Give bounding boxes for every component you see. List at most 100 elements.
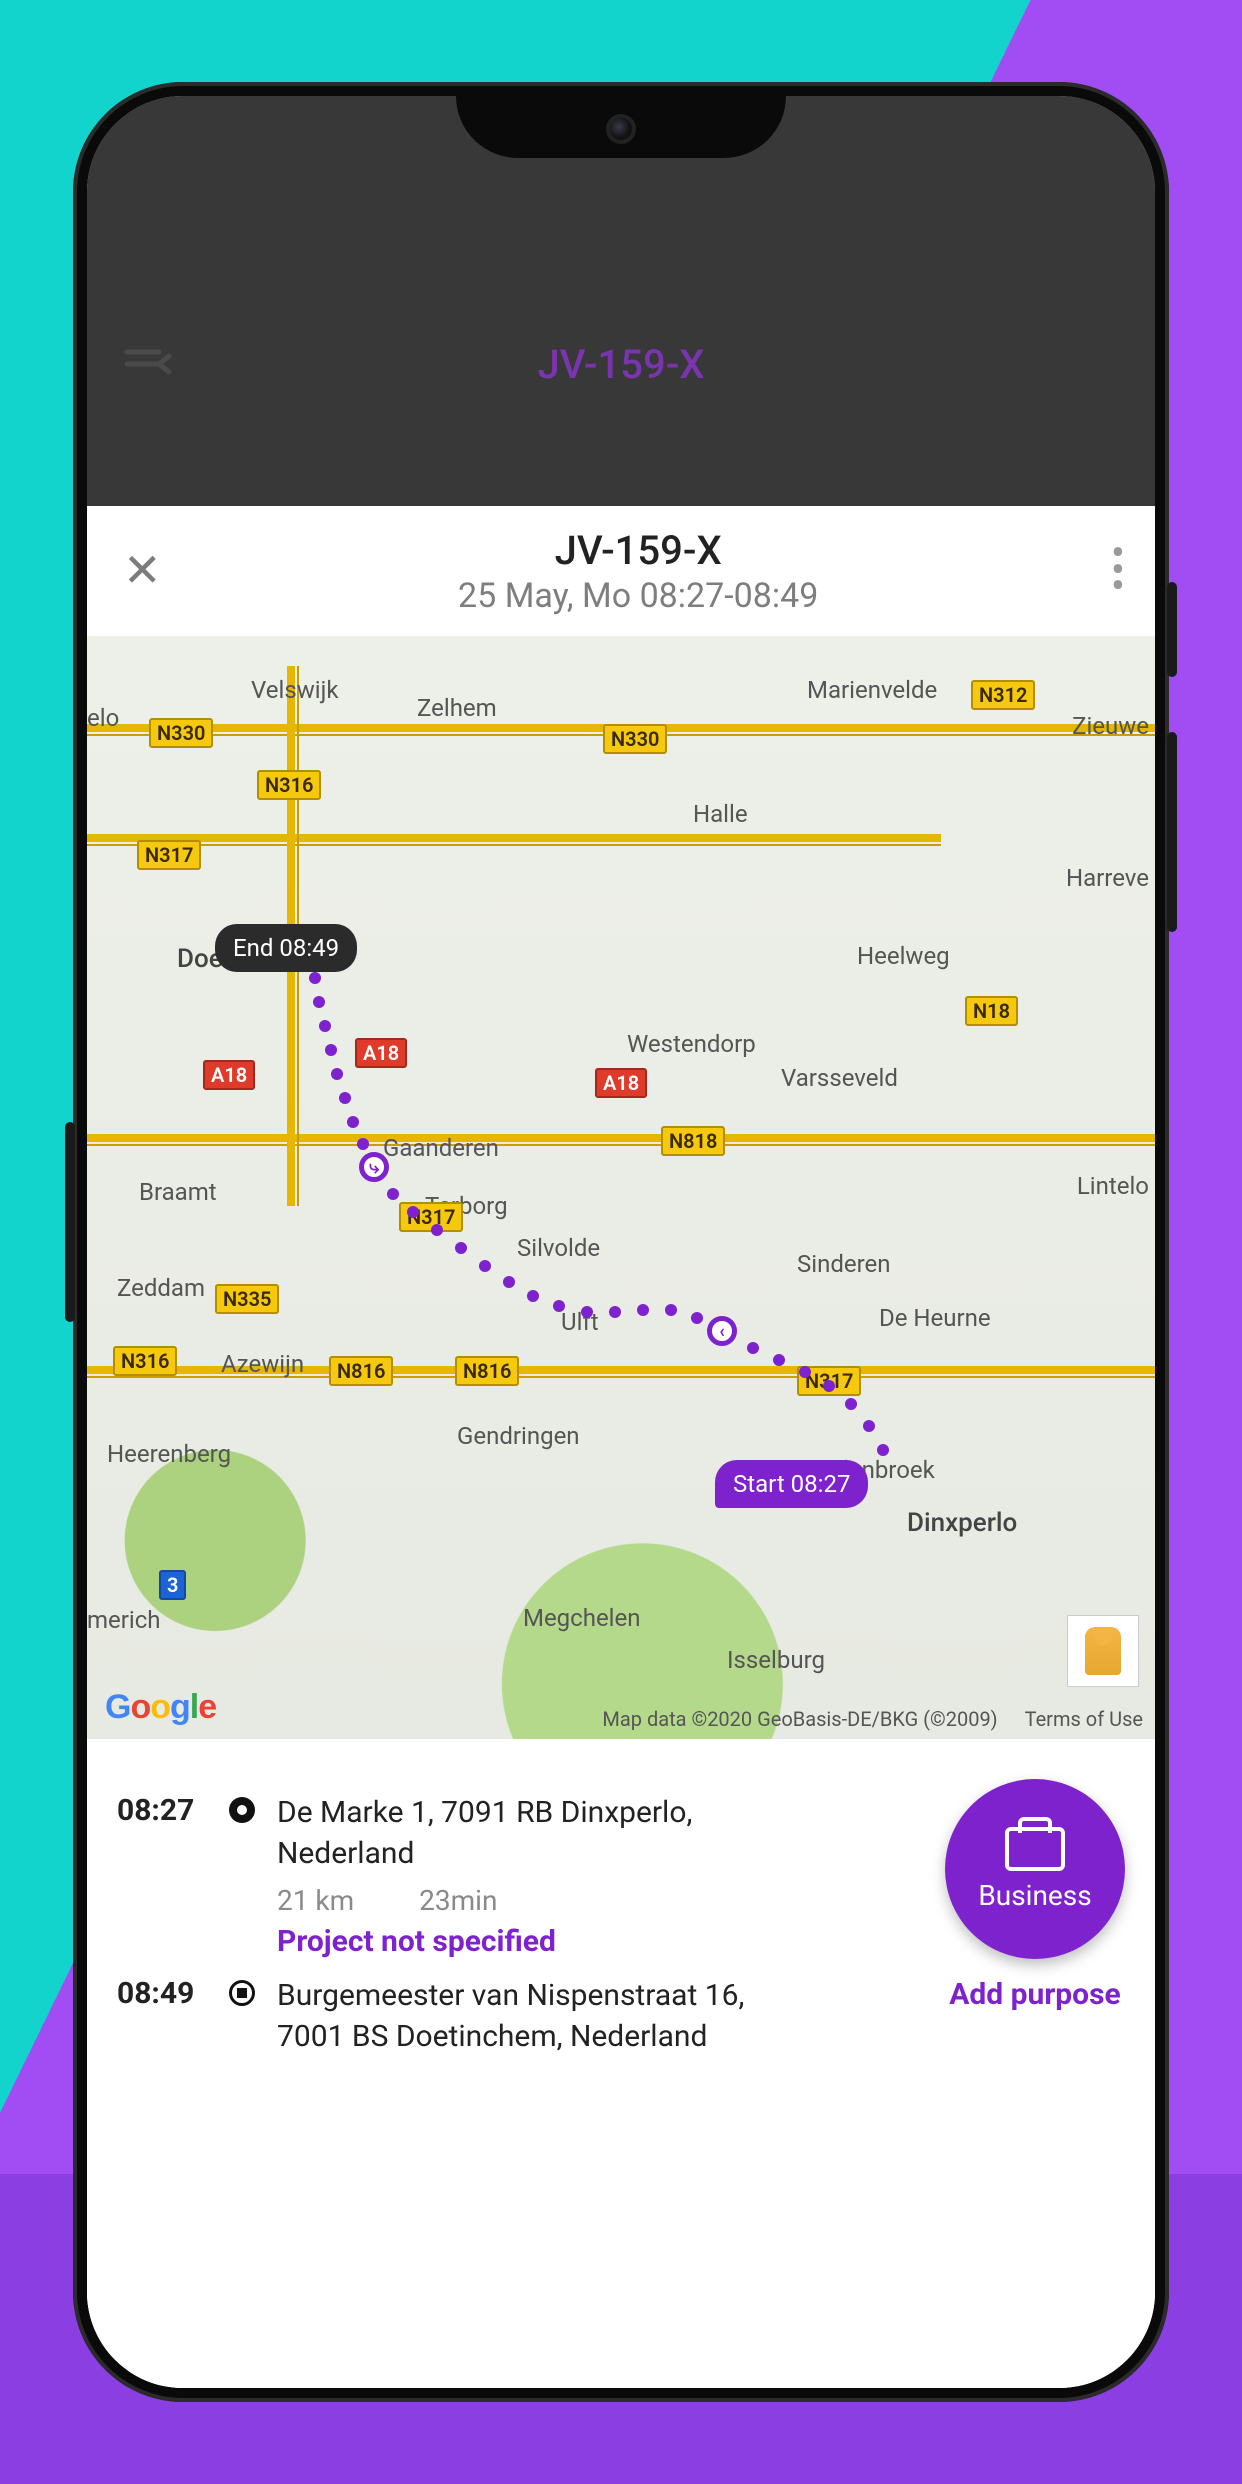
map-town-label: Heelweg	[857, 942, 950, 970]
map-town-label: Zelhem	[417, 694, 497, 722]
phone-notch	[456, 96, 786, 158]
route-dot	[553, 1300, 565, 1312]
trip-distance: 21 km	[277, 1884, 354, 1917]
map-town-label: Azewijn	[221, 1350, 304, 1378]
pin-icon	[225, 1793, 259, 1823]
route-dot	[331, 1068, 343, 1080]
briefcase-icon	[1005, 1827, 1065, 1871]
map-road	[87, 834, 941, 846]
route-dot	[431, 1224, 443, 1236]
route-dot	[863, 1420, 875, 1432]
map[interactable]: Velswijk Zelhem Marienvelde Zieuwe elo H…	[87, 636, 1155, 1739]
route-dot	[823, 1380, 835, 1392]
map-town-label: Heerenberg	[107, 1440, 231, 1468]
trip-details: 08:27 De Marke 1, 7091 RB Dinxperlo, Ned…	[87, 1739, 1155, 2388]
map-town-label: De Heurne	[879, 1304, 991, 1332]
map-town-label: Harreve	[1066, 864, 1149, 892]
route-dot	[339, 1092, 351, 1104]
map-road-shield: A18	[355, 1038, 407, 1068]
trip-duration: 23min	[419, 1884, 497, 1917]
route-dot	[747, 1342, 759, 1354]
route-dot	[325, 1044, 337, 1056]
sheet-title: JV-159-X	[458, 527, 818, 574]
route-dot	[455, 1242, 467, 1254]
route-dot	[347, 1116, 359, 1128]
map-town-label: Dinxperlo	[907, 1508, 1017, 1538]
business-fab-label: Business	[978, 1879, 1091, 1912]
map-road-shield: 3	[159, 1570, 186, 1600]
route-dot	[309, 972, 321, 984]
route-dot	[609, 1306, 621, 1318]
route-dot	[637, 1304, 649, 1316]
map-town-label: Lintelo	[1077, 1172, 1149, 1200]
map-road-shield: A18	[595, 1068, 647, 1098]
route-dot	[773, 1354, 785, 1366]
map-town-label: merich	[87, 1606, 161, 1634]
map-terms-link[interactable]: Terms of Use	[1025, 1707, 1143, 1731]
map-town-label: Braamt	[139, 1178, 217, 1206]
map-end-marker[interactable]: End 08:49	[215, 924, 357, 972]
map-town-label: Varsseveld	[781, 1064, 898, 1092]
map-road-shield: A18	[203, 1060, 255, 1090]
map-road-shield: N316	[113, 1346, 177, 1376]
route-dot	[845, 1398, 857, 1410]
route-dot	[319, 1020, 331, 1032]
route-turn-icon: ‹	[707, 1316, 737, 1346]
trip-start-address: De Marke 1, 7091 RB Dinxperlo, Nederland	[277, 1793, 817, 1874]
map-road-shield: N330	[603, 724, 667, 754]
route-dot	[799, 1366, 811, 1378]
map-road-shield: N317	[137, 840, 201, 870]
trip-sheet: ✕ JV-159-X 25 May, Mo 08:27-08:49 ••• Ve…	[87, 506, 1155, 2388]
map-road-shield: N316	[257, 770, 321, 800]
map-town-label: Westendorp	[627, 1030, 756, 1058]
map-background	[87, 636, 1155, 1739]
map-credits: Map data ©2020 GeoBasis-DE/BKG (©2009) T…	[602, 1707, 1143, 1731]
background-title: JV-159-X	[87, 341, 1155, 388]
map-town-label: Gendringen	[457, 1422, 580, 1450]
map-road-shield: N816	[329, 1356, 393, 1386]
map-road-shield: N18	[965, 996, 1018, 1026]
trip-project-link[interactable]: Project not specified	[277, 1922, 817, 1963]
map-town-label: Marienvelde	[807, 676, 937, 704]
route-dot	[877, 1444, 889, 1456]
map-road	[87, 1134, 1155, 1146]
screen: JV-159-X ✕ JV-159-X 25 May, Mo 08:27-08:…	[87, 96, 1155, 2388]
map-town-label: Gaanderen	[383, 1134, 499, 1162]
map-road-shield: N816	[455, 1356, 519, 1386]
route-dot	[691, 1312, 703, 1324]
trip-end-time: 08:49	[117, 1976, 207, 2011]
map-copyright: Map data ©2020 GeoBasis-DE/BKG (©2009)	[602, 1707, 997, 1731]
phone-side-button	[1167, 732, 1177, 932]
map-town-label: Zeddam	[117, 1274, 205, 1302]
map-road-shield: N312	[971, 680, 1035, 710]
route-dot	[407, 1206, 419, 1218]
more-icon[interactable]: •••	[1105, 536, 1129, 606]
map-road-shield: N818	[661, 1126, 725, 1156]
google-logo: Google	[105, 1688, 216, 1727]
map-town-label: Silvolde	[517, 1234, 600, 1262]
purpose-action: Business Add purpose	[945, 1779, 1125, 2012]
phone-frame: JV-159-X ✕ JV-159-X 25 May, Mo 08:27-08:…	[73, 82, 1169, 2402]
map-town-label: elo	[87, 704, 119, 732]
route-dot	[665, 1304, 677, 1316]
sheet-title-block: JV-159-X 25 May, Mo 08:27-08:49	[458, 527, 818, 616]
map-town-label: Velswijk	[251, 676, 339, 704]
map-road-shield: N335	[215, 1284, 279, 1314]
close-icon[interactable]: ✕	[113, 538, 172, 604]
pegman-icon	[1085, 1627, 1121, 1675]
business-fab[interactable]: Business	[945, 1779, 1125, 1959]
route-dot	[503, 1276, 515, 1288]
route-dot	[479, 1260, 491, 1272]
map-start-marker[interactable]: Start 08:27	[715, 1460, 868, 1508]
sheet-subtitle: 25 May, Mo 08:27-08:49	[458, 576, 818, 616]
route-dot	[527, 1290, 539, 1302]
trip-start-time: 08:27	[117, 1793, 207, 1828]
stop-icon	[225, 1976, 259, 2006]
streetview-pegman[interactable]	[1067, 1615, 1139, 1687]
map-road-shield: N330	[149, 718, 213, 748]
add-purpose-link[interactable]: Add purpose	[945, 1977, 1125, 2012]
phone-side-button	[1167, 582, 1177, 677]
route-dot	[581, 1306, 593, 1318]
route-dot	[387, 1188, 399, 1200]
map-town-label: Isselburg	[727, 1646, 825, 1674]
